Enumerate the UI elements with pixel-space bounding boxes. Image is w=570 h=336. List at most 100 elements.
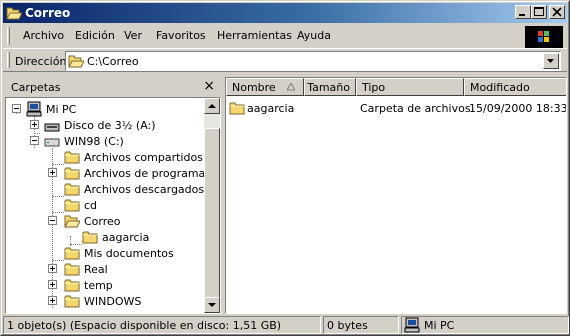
window-title: Correo: [25, 6, 71, 20]
folder-icon: [64, 181, 80, 197]
expand-icon[interactable]: [30, 120, 39, 129]
menu-archivo[interactable]: Archivo: [23, 29, 64, 42]
my-computer-icon: [404, 317, 420, 333]
folder-icon: [82, 229, 98, 245]
column-header-label: Modificado: [470, 81, 530, 94]
hard-drive-icon: [44, 133, 60, 149]
expand-icon[interactable]: [48, 168, 57, 177]
tree-node-label: aagarcia: [102, 231, 150, 244]
folder-icon: [64, 293, 80, 309]
windows-flag-icon: [538, 31, 549, 42]
minimize-button[interactable]: [515, 5, 531, 19]
status-bar: 1 objeto(s) (Espacio disponible en disco…: [3, 316, 569, 334]
column-header-label: Tamaño: [307, 81, 350, 94]
status-size-text: 0 bytes: [327, 319, 368, 332]
status-location-text: Mi PC: [424, 319, 455, 332]
collapse-icon[interactable]: [12, 104, 21, 113]
tree-node-label: Mis documentos: [84, 247, 174, 260]
folders-pane-header: Carpetas ×: [5, 77, 221, 97]
menu-favoritos[interactable]: Favoritos: [156, 29, 206, 42]
open-folder-icon: [64, 213, 80, 229]
folders-pane: Carpetas × Mi PC Disco de 3½ (A:) WIN98 …: [5, 77, 221, 314]
tree-line: [52, 196, 64, 197]
sort-ascending-icon: [287, 83, 295, 91]
address-value[interactable]: C:\Correo: [87, 55, 139, 68]
menu-grip[interactable]: [7, 27, 10, 45]
maximize-icon: [534, 7, 544, 16]
address-label: Dirección: [15, 55, 67, 68]
floppy-drive-icon: [44, 117, 60, 133]
close-button[interactable]: [549, 5, 565, 19]
tree-node-label: WIN98 (C:): [64, 135, 124, 148]
file-type: Carpeta de archivos: [360, 102, 471, 115]
folder-icon: [64, 149, 80, 165]
status-objects-panel: 1 objeto(s) (Espacio disponible en disco…: [3, 316, 321, 334]
column-header-label: Nombre: [232, 81, 276, 94]
my-computer-icon: [26, 101, 42, 117]
column-header-tipo[interactable]: Tipo: [356, 78, 464, 96]
tree-node-label: WINDOWS: [84, 295, 142, 308]
folder-tree: Mi PC Disco de 3½ (A:) WIN98 (C:) Archiv…: [5, 97, 221, 314]
scroll-thumb[interactable]: [204, 128, 220, 298]
collapse-icon[interactable]: [48, 216, 57, 225]
expand-icon[interactable]: [48, 280, 57, 289]
file-modified: 15/09/2000 18:33: [469, 102, 567, 115]
menu-ver[interactable]: Ver: [124, 29, 142, 42]
tree-node-label: cd: [84, 199, 98, 212]
folder-icon: [64, 165, 80, 181]
tree-line: [52, 260, 64, 261]
folder-icon: [64, 277, 80, 293]
folder-icon: [64, 197, 80, 213]
folder-icon: [6, 5, 22, 21]
column-header-nombre[interactable]: Nombre: [226, 78, 304, 96]
column-header-label: Tipo: [362, 81, 386, 94]
tree-line: [52, 212, 64, 213]
folder-icon: [229, 100, 245, 116]
tree-node-label: Mi PC: [46, 103, 77, 116]
maximize-button[interactable]: [531, 5, 547, 19]
menu-bar: Archivo Edición Ver Favoritos Herramient…: [3, 25, 567, 48]
menu-ayuda[interactable]: Ayuda: [297, 29, 331, 42]
tree-node-label: temp: [84, 279, 113, 292]
expand-icon[interactable]: [48, 264, 57, 273]
tree-node-label: Correo: [84, 215, 121, 228]
status-objects-text: 1 objeto(s) (Espacio disponible en disco…: [7, 319, 282, 332]
address-dropdown-button[interactable]: [543, 53, 559, 69]
file-name: aagarcia: [247, 102, 295, 115]
column-header-tamano[interactable]: Tamaño: [304, 78, 356, 96]
folders-pane-close-icon[interactable]: ×: [203, 78, 215, 94]
tree-node-label: Disco de 3½ (A:): [64, 119, 156, 132]
scroll-up-button[interactable]: [204, 98, 220, 114]
close-icon: [552, 7, 562, 17]
tree-node-label: Archivos compartidos: [84, 151, 203, 164]
tree-node-label: Archivos descargados: [84, 183, 205, 196]
open-folder-icon: [68, 53, 84, 69]
collapse-icon[interactable]: [30, 136, 39, 145]
arrow-up-icon: [208, 104, 216, 108]
file-row-name[interactable]: aagarcia: [229, 100, 349, 116]
scroll-down-button[interactable]: [204, 297, 220, 313]
folder-icon: [64, 245, 80, 261]
title-bar[interactable]: Correo: [3, 3, 567, 23]
address-input[interactable]: C:\Correo: [65, 51, 561, 71]
file-list: Nombre Tamaño Tipo Modificado aagarcia C…: [225, 77, 567, 314]
tree-node-label: Real: [84, 263, 108, 276]
minimize-icon: [519, 14, 525, 16]
tree-line: [52, 164, 64, 165]
tree-line: [34, 133, 40, 134]
folders-pane-title: Carpetas: [11, 81, 61, 94]
tree-vertical-scrollbar[interactable]: [204, 98, 220, 313]
address-bar: Dirección C:\Correo: [3, 48, 567, 72]
menu-herramientas[interactable]: Herramientas: [217, 29, 292, 42]
arrow-down-icon: [208, 303, 216, 307]
folder-icon: [64, 261, 80, 277]
expand-icon[interactable]: [48, 296, 57, 305]
windows-logo: [525, 26, 563, 48]
status-size-panel: 0 bytes: [323, 316, 399, 334]
explorer-window: Correo Archivo Edición Ver Favoritos Her…: [0, 0, 570, 336]
status-location-panel: Mi PC: [401, 316, 569, 334]
tree-node-label: Archivos de programa: [84, 167, 206, 180]
address-grip[interactable]: [7, 52, 10, 68]
menu-edicion[interactable]: Edición: [75, 29, 115, 42]
column-header-modificado[interactable]: Modificado: [464, 78, 566, 96]
